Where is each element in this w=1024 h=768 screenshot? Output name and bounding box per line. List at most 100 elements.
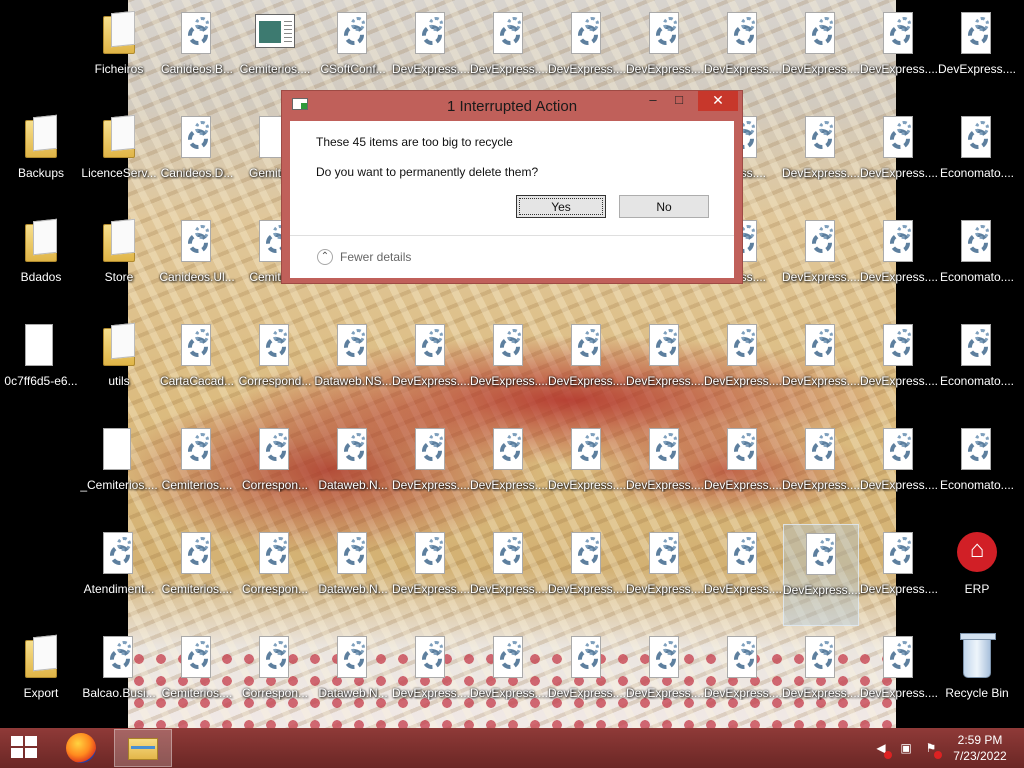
system-clock[interactable]: 2:59 PM 7/23/2022 [940, 732, 1020, 764]
desktop-icon[interactable]: DevExpress.... [938, 4, 1016, 106]
desktop-icon-label: 0c7ff6d5-e6... [4, 374, 78, 388]
desktop-icon[interactable]: DevExpress.... [860, 212, 938, 314]
start-button[interactable] [0, 728, 48, 768]
desktop-icon[interactable]: Dataweb.N... [315, 420, 391, 522]
desktop-icon[interactable]: DevExpress.... [470, 420, 548, 522]
desktop-icon[interactable]: ERP [939, 524, 1015, 626]
desktop-icon[interactable]: DevExpress.... [782, 108, 860, 210]
desktop-icon[interactable]: DevExpress.... [392, 524, 470, 626]
desktop-icon[interactable]: Store [81, 212, 157, 314]
action-center-flag-icon[interactable]: ⚑ [924, 741, 942, 759]
desktop-icon[interactable]: Cemiterios.... [159, 420, 235, 522]
close-button[interactable]: ✕ [698, 91, 738, 111]
desktop-icon[interactable]: DevExpress.... [782, 212, 860, 314]
desktop-icon[interactable]: DevExpress.... [704, 420, 782, 522]
desktop-icon[interactable]: DevExpress.... [704, 524, 782, 626]
maximize-button[interactable]: □ [666, 91, 692, 111]
desktop-icon[interactable]: DevExpress.... [860, 4, 938, 106]
desktop-icon[interactable]: DevExpress.... [704, 316, 782, 418]
config-file-icon [727, 12, 757, 54]
desktop-icon[interactable]: DevExpress.... [860, 524, 938, 626]
desktop-icon[interactable]: DevExpress.... [392, 316, 470, 418]
desktop-icon[interactable]: DevExpress.... [860, 108, 938, 210]
desktop-icon[interactable]: DevExpress.... [470, 524, 548, 626]
desktop-icon[interactable]: DevExpress.... [783, 524, 861, 626]
desktop-icon[interactable]: Dataweb.N... [315, 524, 391, 626]
desktop-icon[interactable]: 0c7ff6d5-e6... [3, 316, 79, 418]
desktop-icon[interactable]: Atendiment... [81, 524, 157, 626]
desktop-icon[interactable]: Cemiterios.... [159, 628, 235, 728]
desktop-icon[interactable]: Correspon... [237, 628, 313, 728]
volume-muted-icon[interactable]: ◀ [874, 741, 892, 759]
desktop-icon[interactable]: DevExpress.... [548, 316, 626, 418]
config-file-icon [415, 532, 445, 574]
desktop-icon[interactable]: CartaCacad... [159, 316, 235, 418]
desktop-icon[interactable]: DevExpress.... [548, 628, 626, 728]
desktop-icon[interactable]: Correspon... [237, 420, 313, 522]
desktop-icon[interactable]: Bdados [3, 212, 79, 314]
desktop-icon[interactable]: DevExpress.... [626, 524, 704, 626]
folder-icon [103, 324, 135, 366]
desktop-icon[interactable]: Economato.... [939, 212, 1015, 314]
desktop-icon[interactable]: DevExpress.... [392, 628, 470, 728]
desktop-icon[interactable]: Economato.... [939, 108, 1015, 210]
desktop-icon[interactable]: DevExpress.... [470, 316, 548, 418]
firefox-taskbar-button[interactable] [58, 730, 104, 766]
desktop-icon[interactable]: DevExpress.... [782, 4, 860, 106]
desktop-icon[interactable]: DevExpress.... [392, 420, 470, 522]
file-explorer-taskbar-button[interactable] [114, 729, 172, 767]
folder-icon [25, 116, 57, 158]
chevron-up-icon[interactable]: ⌃ [317, 249, 333, 265]
desktop-icon[interactable]: _Cemiterios.... [80, 420, 158, 522]
desktop-icon[interactable]: utils [81, 316, 157, 418]
desktop-icon-label: DevExpress.... [625, 62, 705, 76]
desktop-icon[interactable]: Canideos.Ul... [159, 212, 235, 314]
desktop-icon[interactable]: DevExpress.... [548, 524, 626, 626]
firefox-icon [66, 733, 96, 763]
desktop-icon[interactable]: DevExpress.... [860, 316, 938, 418]
desktop-icon[interactable]: DevExpress.... [626, 316, 704, 418]
network-icon[interactable]: ▣ [899, 741, 913, 755]
desktop-icon[interactable]: G [1012, 524, 1024, 626]
desktop-icon[interactable]: DevExpress.... [704, 628, 782, 728]
desktop-icon[interactable]: DevExpress.... [860, 628, 938, 728]
desktop-icon[interactable]: Recycle Bin [939, 628, 1015, 728]
desktop-icon[interactable]: Correspond... [237, 316, 313, 418]
desktop-icon[interactable]: DevExpress.... [626, 420, 704, 522]
desktop-icon[interactable]: DevExpress.... [782, 420, 860, 522]
desktop-icon[interactable]: Export [3, 628, 79, 728]
desktop-icon[interactable]: F [1012, 108, 1024, 210]
desktop-icon[interactable]: Backups [3, 108, 79, 210]
desktop-icon[interactable]: Dataweb.N... [315, 628, 391, 728]
config-file-icon [181, 324, 211, 366]
desktop-icon[interactable]: DevExpress.... [470, 628, 548, 728]
desktop-icon[interactable]: DevExpress.... [782, 316, 860, 418]
desktop-icon[interactable]: DevExpress.... [626, 628, 704, 728]
desktop-icon[interactable]: Canideos.B... [159, 4, 235, 106]
dialog-titlebar[interactable]: 1 Interrupted Action – □ ✕ [282, 91, 742, 121]
desktop-icon[interactable]: Cemiterios.... [159, 524, 235, 626]
desktop-icon[interactable]: DevExpress.... [782, 628, 860, 728]
desktop-icon[interactable]: DevExpress.... [548, 420, 626, 522]
desktop-icon[interactable]: Economato.... [939, 420, 1015, 522]
desktop-icon[interactable]: F [1012, 212, 1024, 314]
fewer-details-toggle[interactable]: Fewer details [340, 250, 411, 264]
config-file-icon [961, 428, 991, 470]
desktop-icon[interactable]: Economato.... [939, 316, 1015, 418]
clock-time: 2:59 PM [957, 733, 1003, 747]
yes-button[interactable]: Yes [516, 195, 606, 218]
desktop-icon[interactable]: Canideos.D... [159, 108, 235, 210]
minimize-button[interactable]: – [640, 91, 666, 111]
config-file-icon [415, 636, 445, 678]
desktop-icon[interactable]: LicenceServ... [81, 108, 157, 210]
desktop-icon[interactable]: DevExpress.... [860, 420, 938, 522]
desktop-icon[interactable]: Ir [1012, 628, 1024, 728]
config-file-icon [181, 116, 211, 158]
desktop-icon-label: Dataweb.N... [318, 582, 388, 596]
desktop-icon[interactable]: Dataweb.NS... [314, 316, 392, 418]
desktop-icon[interactable]: F [1012, 316, 1024, 418]
no-button[interactable]: No [619, 195, 709, 218]
desktop-icon[interactable]: Balcao.Busi... [81, 628, 157, 728]
desktop-icon[interactable]: Ficheiros [81, 4, 157, 106]
desktop-icon[interactable]: Correspon... [237, 524, 313, 626]
